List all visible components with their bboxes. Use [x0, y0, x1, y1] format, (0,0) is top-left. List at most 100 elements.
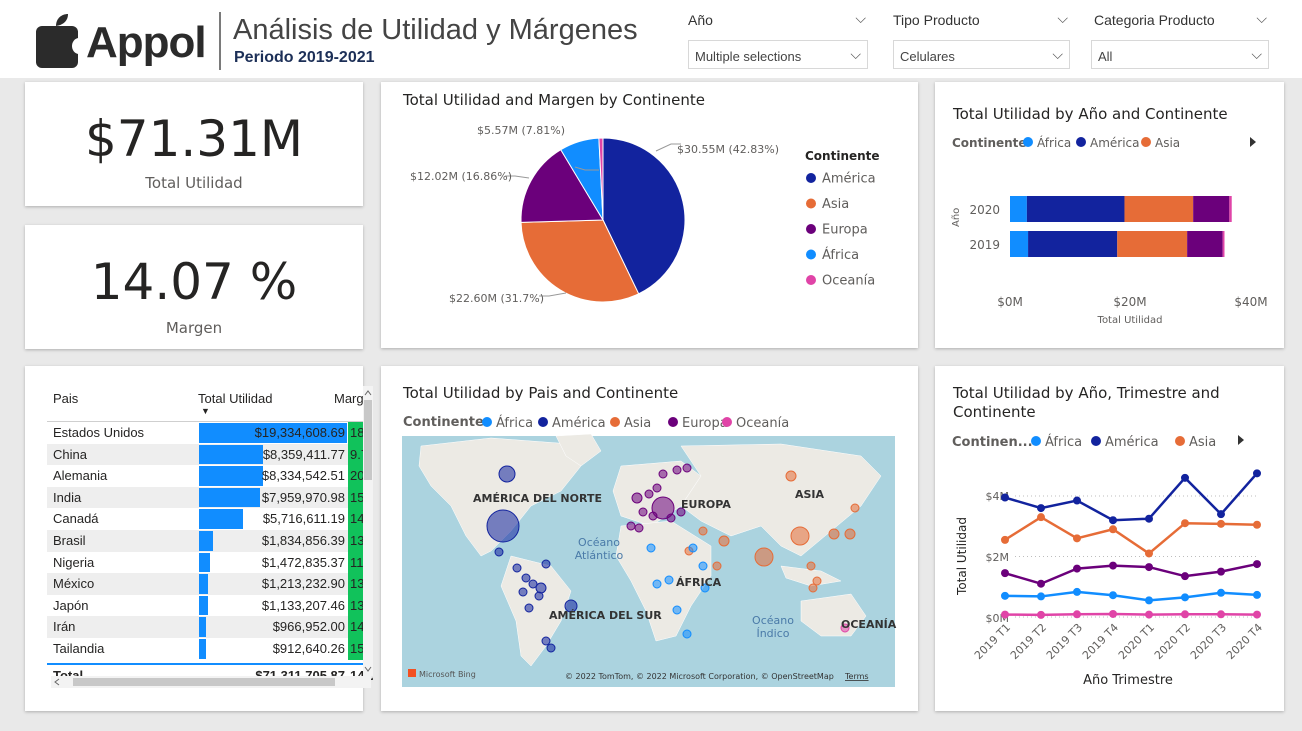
map-bubble[interactable]: [646, 543, 656, 553]
map-bubble[interactable]: [534, 591, 544, 601]
line-point[interactable]: [1001, 493, 1009, 502]
line-point[interactable]: [1073, 610, 1081, 619]
year-bar-segment-2019-europa[interactable]: [1187, 231, 1223, 257]
line-point[interactable]: [1145, 610, 1153, 619]
map-bubble[interactable]: [648, 511, 658, 521]
line-legend-item[interactable]: Asia: [1189, 435, 1216, 450]
line-legend-item[interactable]: América: [1105, 435, 1159, 450]
map-bubble[interactable]: [806, 561, 816, 571]
line-point[interactable]: [1109, 516, 1117, 525]
map-bubble[interactable]: [518, 587, 528, 597]
year-bar-legend-item[interactable]: América: [1090, 136, 1140, 150]
map-bubble[interactable]: [644, 489, 654, 499]
map-bubble[interactable]: [521, 573, 531, 583]
line-point[interactable]: [1145, 596, 1153, 605]
pie-legend-item[interactable]: Europa: [822, 223, 868, 238]
pie-chart-card[interactable]: Total Utilidad and Margen by Continente …: [381, 82, 918, 348]
legend-next-arrow-icon[interactable]: [1250, 137, 1256, 147]
map-legend-item[interactable]: Europa: [682, 416, 728, 431]
line-point[interactable]: [1001, 591, 1009, 600]
line-point[interactable]: [1181, 610, 1189, 619]
map-bubble[interactable]: [712, 561, 722, 571]
line-point[interactable]: [1001, 569, 1009, 578]
year-bar-segment-2019-américa[interactable]: [1028, 231, 1118, 257]
line-point[interactable]: [1037, 504, 1045, 513]
map-bubble[interactable]: [785, 470, 797, 482]
map-bubble[interactable]: [652, 483, 662, 493]
year-bar-segment-2019-áfrica[interactable]: [1010, 231, 1029, 257]
line-point[interactable]: [1109, 591, 1117, 600]
map-bubble[interactable]: [718, 535, 730, 547]
year-bar-segment-2020-europa[interactable]: [1193, 196, 1230, 222]
chevron-down-icon[interactable]: ⌵: [855, 10, 866, 27]
table-row[interactable]: Nigeria $1,472,835.37 11.4: [47, 551, 373, 574]
line-point[interactable]: [1073, 496, 1081, 505]
line-point[interactable]: [1109, 561, 1117, 570]
year-bar-segment-2020-américa[interactable]: [1026, 196, 1125, 222]
slicer-anio-dropdown[interactable]: Multiple selections ⌵: [688, 40, 868, 69]
pie-legend-item[interactable]: Asia: [822, 197, 849, 212]
table-row[interactable]: Canadá $5,716,611.19 14.2: [47, 508, 373, 530]
year-bar-legend-item[interactable]: Asia: [1155, 136, 1180, 150]
line-point[interactable]: [1253, 590, 1261, 599]
map-copyright[interactable]: © 2022 TomTom, © 2022 Microsoft Corporat…: [565, 672, 834, 681]
line-point[interactable]: [1253, 560, 1261, 569]
map-bubble[interactable]: [541, 559, 551, 569]
line-point[interactable]: [1037, 610, 1045, 619]
line-point[interactable]: [1001, 610, 1009, 619]
line-legend-item[interactable]: África: [1045, 434, 1082, 450]
line-point[interactable]: [1145, 514, 1153, 523]
line-point[interactable]: [1181, 519, 1189, 528]
map-bubble[interactable]: [790, 526, 810, 546]
table-horizontal-scrollbar[interactable]: [51, 676, 371, 688]
map-legend-item[interactable]: África: [496, 415, 533, 431]
map-bubble[interactable]: [652, 579, 662, 589]
map-bubble[interactable]: [664, 575, 674, 585]
map-bubble[interactable]: [754, 547, 774, 567]
table-row[interactable]: Alemania $8,334,542.51 20.7: [47, 465, 373, 487]
map-bubble[interactable]: [494, 547, 504, 557]
year-bar-segment-2019-oceanía[interactable]: [1222, 231, 1225, 257]
map-legend-item[interactable]: Asia: [624, 416, 651, 431]
table-row[interactable]: Irán $966,952.00 14.8: [47, 616, 373, 638]
line-point[interactable]: [1181, 572, 1189, 581]
map-terms-link[interactable]: Terms: [844, 672, 869, 681]
chevron-down-icon[interactable]: ⌵: [1057, 10, 1068, 27]
table-row[interactable]: Estados Unidos $19,334,608.69 18.9: [47, 422, 373, 444]
line-point[interactable]: [1037, 592, 1045, 601]
year-bar-segment-2020-asia[interactable]: [1124, 196, 1194, 222]
year-bar-card[interactable]: Total Utilidad by Año and Continente Con…: [935, 82, 1284, 348]
legend-next-arrow-icon[interactable]: [1238, 435, 1244, 445]
line-point[interactable]: [1145, 549, 1153, 558]
year-bar-segment-2019-asia[interactable]: [1117, 231, 1188, 257]
line-point[interactable]: [1253, 520, 1261, 529]
map-bubble[interactable]: [546, 643, 556, 653]
country-table-card[interactable]: Pais Total Utilidad ▼ Margen Estados Uni…: [25, 366, 373, 711]
line-point[interactable]: [1037, 579, 1045, 588]
map-bubble[interactable]: [808, 583, 818, 593]
map-bubble[interactable]: [541, 636, 551, 646]
map-bubble[interactable]: [486, 509, 520, 543]
line-point[interactable]: [1073, 587, 1081, 596]
map-bubble[interactable]: [666, 513, 676, 523]
line-point[interactable]: [1217, 519, 1225, 528]
line-point[interactable]: [1037, 513, 1045, 522]
map-legend-item[interactable]: Oceanía: [736, 416, 789, 431]
line-point[interactable]: [1181, 593, 1189, 602]
year-bar-segment-2020-oceanía[interactable]: [1229, 196, 1232, 222]
line-point[interactable]: [1217, 567, 1225, 576]
line-chart-card[interactable]: Total Utilidad by Año, Trimestre and Con…: [935, 366, 1284, 711]
map-bubble[interactable]: [682, 629, 692, 639]
map-bubble[interactable]: [672, 605, 682, 615]
map-bubble[interactable]: [672, 465, 682, 475]
map-bubble[interactable]: [698, 526, 708, 536]
map-bubble[interactable]: [535, 582, 547, 594]
table-row[interactable]: Tailandia $912,640.26 15.8: [47, 637, 373, 660]
map-bubble[interactable]: [682, 463, 692, 473]
map-bubble[interactable]: [512, 563, 522, 573]
table-row[interactable]: Japón $1,133,207.46 13.6: [47, 594, 373, 617]
map-bubble[interactable]: [688, 543, 698, 553]
line-point[interactable]: [1217, 510, 1225, 519]
map-bubble[interactable]: [850, 503, 860, 513]
col-header-utilidad[interactable]: Total Utilidad: [198, 391, 272, 406]
